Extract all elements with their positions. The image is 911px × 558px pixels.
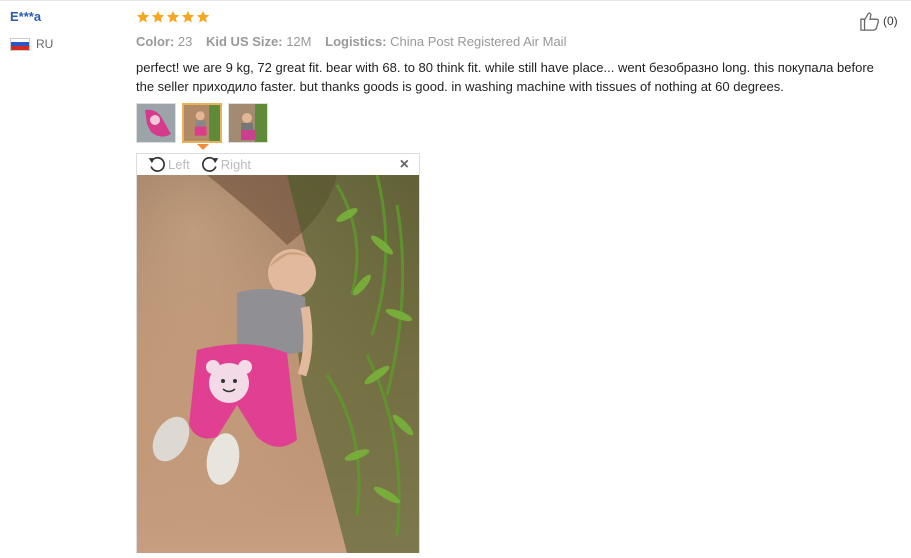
star-icon bbox=[151, 10, 165, 23]
reviewer-name: E***a bbox=[10, 9, 42, 24]
thumbnail-3-image bbox=[229, 104, 267, 142]
size-value: 12M bbox=[286, 34, 312, 49]
top-divider bbox=[0, 0, 911, 1]
rotate-left-icon bbox=[148, 156, 165, 172]
reviewer-country: RU bbox=[10, 37, 53, 51]
color-label: Color: bbox=[136, 34, 175, 49]
rotate-right-button[interactable]: Right bbox=[200, 154, 251, 174]
thumbnail-3[interactable] bbox=[228, 103, 268, 143]
rotate-left-button[interactable]: Left bbox=[147, 154, 190, 174]
review-photo bbox=[137, 175, 419, 553]
order-info: Color: 23 Kid US Size: 12M Logistics: Ch… bbox=[136, 34, 576, 49]
photo-viewer: Left Right × bbox=[136, 153, 420, 553]
close-viewer-button[interactable]: × bbox=[400, 156, 409, 174]
thumbs-up-icon bbox=[860, 12, 880, 31]
rotate-left-label: Left bbox=[168, 156, 190, 172]
star-icon bbox=[166, 10, 180, 23]
review-photo-image bbox=[137, 175, 419, 553]
rating-stars bbox=[136, 10, 210, 24]
star-icon bbox=[196, 10, 210, 23]
logistics-label: Logistics: bbox=[325, 34, 387, 49]
active-thumbnail-pointer bbox=[197, 144, 209, 150]
russia-flag-icon bbox=[10, 37, 30, 51]
logistics-value: China Post Registered Air Mail bbox=[390, 34, 567, 49]
rotate-right-icon bbox=[201, 156, 219, 172]
helpful-like-button[interactable]: (0) bbox=[859, 11, 898, 31]
color-value: 23 bbox=[177, 34, 193, 49]
photo-thumbnails bbox=[136, 103, 268, 143]
country-code: RU bbox=[36, 37, 54, 51]
viewer-toolbar: Left Right × bbox=[137, 154, 419, 174]
rotate-right-label: Right bbox=[220, 156, 252, 172]
size-label: Kid US Size: bbox=[206, 34, 283, 49]
thumbnail-1-image bbox=[137, 104, 175, 142]
like-count: (0) bbox=[883, 14, 898, 28]
review-text: perfect! we are 9 kg, 72 great fit. bear… bbox=[136, 60, 874, 94]
star-icon bbox=[181, 10, 195, 23]
thumbnail-1[interactable] bbox=[136, 103, 176, 143]
thumbnail-2-image bbox=[184, 105, 220, 141]
thumbnail-2[interactable] bbox=[182, 103, 222, 143]
star-icon bbox=[136, 10, 150, 23]
